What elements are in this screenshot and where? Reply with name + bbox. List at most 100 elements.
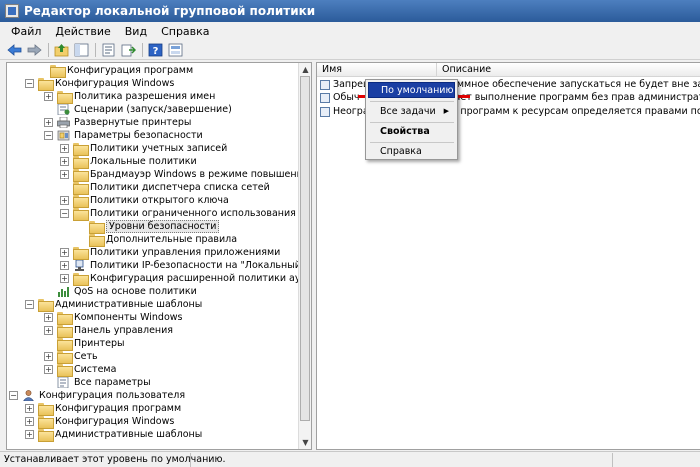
context-item-properties[interactable]: Свойства [368,123,455,139]
back-icon[interactable] [6,42,23,58]
tree-node-label: Параметры безопасности [74,130,203,141]
tree-node[interactable]: + Политики учетных записей [60,142,228,156]
scroll-thumb[interactable] [300,76,310,421]
expand-icon[interactable]: + [60,170,69,179]
tree-node[interactable]: + Политики управления приложениями [60,246,280,260]
list-item[interactable]: Неогра [320,105,369,118]
tree-node-label: Политика разрешения имен [74,91,216,102]
forward-icon[interactable] [26,42,43,58]
tree-node[interactable]: + Политика разрешения имен [44,90,216,104]
tree-node-label: Принтеры [74,338,125,349]
expand-icon[interactable]: + [25,404,34,413]
expand-icon[interactable]: + [44,352,53,361]
expand-icon[interactable]: + [60,261,69,270]
expand-icon[interactable]: + [25,430,34,439]
tree-node-label: Все параметры [74,377,151,388]
tree-node[interactable]: Сценарии (запуск/завершение) [44,103,232,116]
tree-node[interactable]: + Развернутые принтеры [44,116,191,129]
tree-scrollbar[interactable]: ▲ ▼ [298,63,311,449]
tree-node[interactable]: + Политики открытого ключа [60,194,229,208]
tree-node[interactable]: Принтеры [44,337,125,351]
tree-node[interactable]: − Административные шаблоны [25,298,202,312]
tree-node[interactable]: + Конфигурация Windows [25,415,175,429]
tree-node-label: Сеть [74,351,98,362]
tree-node-label: Развернутые принтеры [74,117,192,128]
properties-icon[interactable] [100,42,117,58]
scroll-down-icon[interactable]: ▼ [299,436,311,449]
collapse-icon[interactable]: − [60,209,69,218]
console-icon[interactable] [167,42,184,58]
tree-node[interactable]: + Панель управления [44,324,173,338]
menu-action[interactable]: Действие [48,25,117,38]
list-item-description: туп программ к ресурсам определяется пра… [440,106,700,117]
expand-icon[interactable]: + [60,144,69,153]
security-level-icon [320,79,330,90]
collapse-icon[interactable]: − [25,300,34,309]
tree-node[interactable]: + Локальные политики [60,155,197,169]
tree-node[interactable]: Конфигурация программ [37,64,193,78]
list-item-description: ешает выполнение программ без прав админ… [440,92,700,103]
menu-view[interactable]: Вид [118,25,154,38]
tree-node-label: Политики ограниченного использования про… [90,208,311,219]
folder-icon [73,143,89,156]
menu-help[interactable]: Справка [154,25,216,38]
expand-icon[interactable]: + [44,326,53,335]
context-item-help[interactable]: Справка [368,143,455,159]
tree-node-label: Конфигурация Windows [55,416,175,427]
up-folder-icon[interactable] [53,42,70,58]
tree-node[interactable]: Политики диспетчера списка сетей [60,181,270,195]
tree-pane[interactable]: Конфигурация программ − Конфигурация Windo… [6,62,312,450]
menu-file[interactable]: Файл [4,25,48,38]
tree-node[interactable]: + Административные шаблоны [25,428,202,442]
collapse-icon[interactable]: − [25,79,34,88]
expand-icon[interactable]: + [60,274,69,283]
printer-icon [57,117,70,128]
export-icon[interactable] [120,42,137,58]
security-settings-icon [57,130,70,141]
status-panel [190,452,191,467]
tree-node[interactable]: − Конфигурация Windows [25,77,174,91]
qos-chart-icon [58,287,69,297]
expand-icon[interactable]: + [44,92,53,101]
tree-node[interactable]: + Конфигурация расширенной политики аудит… [60,272,311,286]
column-header-name[interactable]: Имя [317,63,437,77]
folder-icon [89,221,105,234]
expand-icon[interactable]: + [60,196,69,205]
tree-node[interactable]: + Конфигурация программ [25,402,181,416]
tree-node[interactable]: + Система [44,363,116,377]
tree-node[interactable]: Уровни безопасности [76,220,220,234]
expand-icon[interactable]: + [60,248,69,257]
tree-node[interactable]: Дополнительные правила [76,233,237,247]
tree-node[interactable]: − Параметры безопасности [44,129,203,142]
context-item-default[interactable]: По умолчанию [368,82,455,98]
tree-node[interactable]: QoS на основе политики [44,285,197,298]
expand-icon[interactable]: + [44,365,53,374]
tree-node[interactable]: + Сеть [44,350,98,364]
expand-icon[interactable]: + [44,313,53,322]
show-tree-icon[interactable] [73,42,90,58]
folder-icon [73,169,89,182]
tree-node[interactable]: − Политики ограниченного использования пр… [60,207,311,221]
collapse-icon[interactable]: − [44,131,53,140]
tree-node-label: Политики диспетчера списка сетей [90,182,270,193]
tree-node-label: Политики учетных записей [90,143,228,154]
expand-icon[interactable]: + [44,118,53,127]
status-bar: Устанавливает этот уровень по умолчанию. [0,451,700,467]
collapse-icon[interactable]: − [9,391,18,400]
tree-node[interactable]: Все параметры [44,376,151,389]
expand-icon[interactable]: + [25,417,34,426]
expand-icon[interactable]: + [60,157,69,166]
context-item-all-tasks[interactable]: Все задачи ▶ [368,103,455,119]
list-item[interactable]: Обыч [320,91,359,104]
tree-node[interactable]: − Конфигурация пользователя [9,389,185,402]
tree-node[interactable]: + Компоненты Windows [44,311,182,325]
folder-icon [73,182,89,195]
ip-security-icon [75,260,84,271]
folder-icon [57,351,73,364]
scroll-up-icon[interactable]: ▲ [299,63,311,76]
tree-node[interactable]: + Брандмауэр Windows в режиме повышенной … [60,168,311,182]
status-panel [612,452,613,467]
column-header-description[interactable]: Описание [437,63,700,77]
tree-node[interactable]: + Политики IP-безопасности на "Локальный … [60,259,311,272]
help-icon[interactable]: ? [147,42,164,58]
